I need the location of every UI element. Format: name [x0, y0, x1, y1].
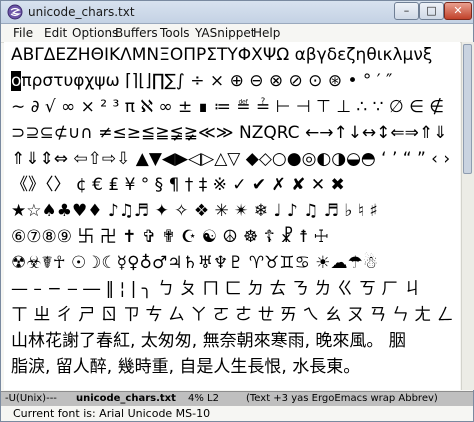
minibuffer-message: Current font is: Arial Unicode MS-10 — [13, 407, 211, 420]
text-line-4: ⊃⊇⊆⊄∪∩ ≠≤≥≦≧≨≩≪≫ NZQRC ←→↑↓↔↕⇐⇒⇑⇓ — [11, 123, 448, 143]
text-line-6: 《》〈〉 ¢ € ₤ ¥ ° § ¶ † ‡ ※ ✓ ✔ ✗ ✘ ✕ ✖ — [11, 175, 345, 195]
text-line-11: ㄒ ㄓ ㄔ ㄕ ㄖ ㄗ ㄘ ㄙ ㄚ ㄛ ㄜ ㄝ ㄞ ㄟ ㄠ ㄡ ㄢ ㄣ ㄤ ㄥ … — [11, 305, 460, 325]
menu-tools[interactable]: Tools — [160, 25, 190, 41]
modeline-position: 4% L2 — [188, 393, 219, 404]
modeline-modes[interactable]: (Text +3 yas ErgoEmacs wrap Abbrev) — [246, 392, 438, 406]
text-line-2: οπρστυφχψω ⌈⌉⌊⌋∏∑∫ ÷ × ⊕ ⊖ ⊗ ⊘ ⊙ ⊛ • ° ′… — [11, 68, 392, 94]
maximize-button[interactable]: □ — [419, 2, 444, 20]
modeline-buffer-name[interactable]: unicode_chars.txt — [76, 392, 176, 406]
emacs-window: unicode_chars.txt – □ ✕ File Edit Option… — [0, 0, 474, 422]
text-line-12: 山林花謝了春紅, 太匆匆, 無奈朝來寒雨, 晚來風。 胭 — [11, 331, 406, 351]
menu-bar: File Edit Options Buffers Tools YASnippe… — [1, 24, 473, 43]
text-line-3: ∼ ∂ √ ∞ × ² ³ π ℵ ∞ ± ∎ ≔ ≝ ≟ ⊢ ⊣ ⊤ ⊥ ∴ … — [11, 97, 445, 117]
text-line-7: ★☆♠♣♥♦ ♪♫♬ ✦ ✧ ❖ ✳ ✴ ❄ ♩ ♪ ♫ ♬ ♭ ♮ ♯ — [11, 201, 378, 221]
menu-options[interactable]: Options — [72, 25, 118, 41]
minibuffer[interactable]: Current font is: Arial Unicode MS-10 — [1, 406, 473, 421]
text-line-10: — – − ‒ ― ‖ ¦ | ╮ ㄅ ㄆ ㄇ ㄈ ㄉ ㄊ ㄋ ㄌ ㄍ ㄎ ㄏ … — [11, 279, 421, 299]
menu-buffers[interactable]: Buffers — [115, 25, 158, 41]
text-line-5: ⇑⇓⇕⇔ ⇦⇧⇨⇩ ▲▼◀▶◁▷△▽ ◆◇○●◎◐◑◒◓ ‘ ’ “ ” ‹ › — [11, 149, 451, 169]
menu-edit[interactable]: Edit — [44, 25, 67, 41]
text-line-8: ⑥⑦⑧⑨ 卐 卍 ✝ ✞ ✟ ☪ ☯ ☮ ☸ ☦ ☧ ☨ ☩ — [11, 227, 329, 247]
emacs-app-icon — [7, 4, 23, 20]
text-line-1: ΑΒΓΔΕΖΗΘΙΚΛΜΝΞΟΠΡΣΤΥΦΧΨΩ αβγδεζηθικλμνξ — [11, 45, 433, 65]
text-editor-area[interactable]: ΑΒΓΔΕΖΗΘΙΚΛΜΝΞΟΠΡΣΤΥΦΧΨΩ αβγδεζηθικλμνξ … — [4, 42, 460, 390]
scrollbar-thumb[interactable] — [463, 44, 472, 174]
menu-file[interactable]: File — [13, 25, 33, 41]
vertical-scrollbar[interactable] — [461, 42, 474, 390]
close-button[interactable]: ✕ — [444, 2, 472, 20]
text-line-2-rest: πρστυφχψω ⌈⌉⌊⌋∏∑∫ ÷ × ⊕ ⊖ ⊗ ⊘ ⊙ ⊛ • ° ′ … — [21, 71, 393, 91]
minimize-button[interactable]: – — [394, 2, 419, 20]
modeline-status: -U(Unix)--- — [5, 393, 57, 404]
text-cursor: ο — [11, 71, 22, 91]
menu-yasnippet[interactable]: YASnippet — [195, 25, 256, 41]
title-bar[interactable]: unicode_chars.txt – □ ✕ — [1, 1, 473, 24]
text-line-13: 脂淚, 留人醉, 幾時重, 自是人生長恨, 水長東。 — [11, 357, 361, 377]
menu-help[interactable]: Help — [253, 25, 280, 41]
text-line-9: ☢☣☤☥ ☉☽☾☿♀♁♂♃♄♅♆♇ ♈♉♊♋ ☀☁☂☃ — [11, 253, 378, 273]
window-title: unicode_chars.txt — [28, 5, 135, 19]
mode-line: -U(Unix)--- unicode_chars.txt 4% L2 (Tex… — [1, 391, 473, 406]
